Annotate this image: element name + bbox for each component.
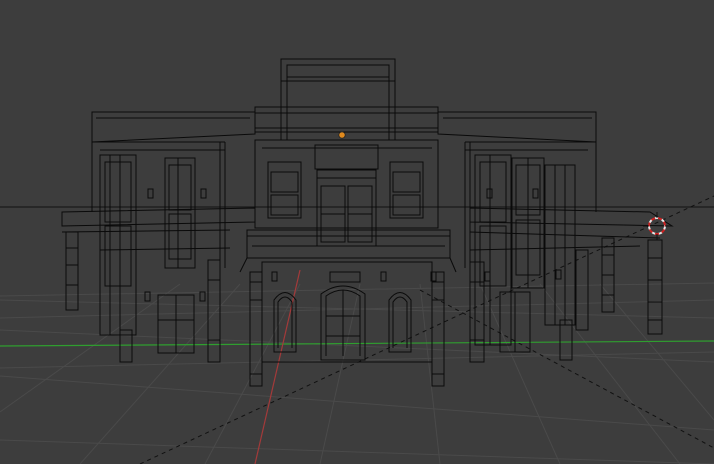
3d-viewport[interactable]: [0, 0, 714, 464]
object-origin-dot[interactable]: [338, 131, 346, 139]
viewport-background: [0, 0, 714, 464]
